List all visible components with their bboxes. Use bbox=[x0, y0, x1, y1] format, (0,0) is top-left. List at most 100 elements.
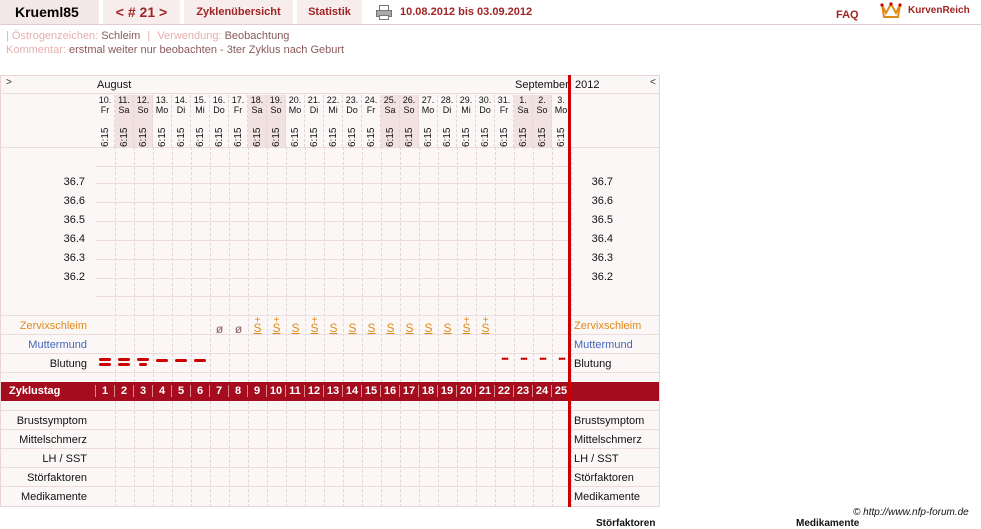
grid-vertical bbox=[362, 401, 363, 507]
weekday: So bbox=[536, 105, 548, 115]
bleeding-mark bbox=[156, 359, 168, 362]
month-header: > August September 2012 < bbox=[2, 76, 660, 94]
measure-time: 6:15 bbox=[328, 127, 339, 147]
weekday: Mo bbox=[155, 105, 169, 115]
row-divider bbox=[1, 467, 659, 468]
grid-vertical bbox=[381, 401, 382, 507]
cervix-symbol: S bbox=[310, 321, 319, 335]
comment-line: Kommentar: erstmal weiter nur beobachten… bbox=[6, 44, 344, 56]
measure-time: 6:15 bbox=[480, 127, 491, 147]
cervix-mark: + S bbox=[305, 316, 324, 335]
cycle-day-number: 11 bbox=[285, 385, 304, 397]
measure-time: 6:15 bbox=[518, 127, 529, 147]
temp-tick-right: 36.5 bbox=[591, 214, 613, 226]
temp-tick-right: 36.2 bbox=[591, 271, 613, 283]
chart-nav-right[interactable]: < bbox=[650, 77, 656, 88]
bleeding-mark bbox=[118, 363, 130, 366]
measure-time: 6:15 bbox=[404, 127, 415, 147]
day-number: 20. bbox=[288, 95, 302, 105]
cycle-day-number: 24 bbox=[532, 385, 551, 397]
cycle-info-line: | Östrogenzeichen: Schleim | Verwendung:… bbox=[6, 30, 290, 42]
cervix-mark: S bbox=[324, 321, 343, 335]
bleeding-mark bbox=[194, 359, 206, 362]
grid-horizontal bbox=[96, 278, 568, 279]
day-number: 19. bbox=[269, 95, 283, 105]
cycle-day-number: 2 bbox=[114, 385, 133, 397]
faq-link[interactable]: FAQ bbox=[836, 9, 859, 21]
grid-vertical bbox=[495, 401, 496, 507]
temp-tick-left: 36.2 bbox=[63, 271, 85, 283]
day-number: 21. bbox=[307, 95, 321, 105]
cervix-mark: S bbox=[419, 322, 438, 334]
previous-cycle-button[interactable]: < bbox=[116, 4, 124, 20]
next-cycle-button[interactable]: > bbox=[159, 4, 167, 20]
measure-time: 6:15 bbox=[157, 127, 168, 147]
measure-time: 6:15 bbox=[385, 127, 396, 147]
month-start: August bbox=[97, 79, 132, 91]
measure-time: 6:15 bbox=[100, 127, 111, 147]
meds-label-left: Medikamente bbox=[20, 491, 87, 503]
weekday: Sa bbox=[118, 105, 130, 115]
cervix-symbol: S bbox=[405, 321, 414, 335]
temp-tick-right: 36.6 bbox=[591, 195, 613, 207]
grid-horizontal bbox=[96, 240, 568, 241]
day-number: 15. bbox=[193, 95, 207, 105]
crown-icon[interactable] bbox=[880, 1, 902, 19]
weekday: Fr bbox=[233, 105, 243, 115]
bleeding-label-right: Blutung bbox=[574, 358, 612, 370]
cycle-day-number: 4 bbox=[152, 385, 171, 397]
grid-vertical bbox=[286, 401, 287, 507]
measure-time: 6:15 bbox=[556, 127, 567, 147]
grid-horizontal bbox=[96, 166, 568, 167]
bleeding-mark bbox=[137, 358, 149, 361]
username-tab[interactable]: Krueml85 bbox=[0, 0, 100, 24]
measure-time: 6:15 bbox=[119, 127, 130, 147]
cycle-day-number: 3 bbox=[133, 385, 152, 397]
cut-off-label-meds: Medikamente bbox=[796, 518, 860, 529]
mouth-label-left: Muttermund bbox=[28, 339, 87, 351]
cycle-day-number: 14 bbox=[342, 385, 361, 397]
bleeding-mark bbox=[99, 363, 111, 366]
grid-vertical bbox=[552, 401, 553, 507]
weekday: Sa bbox=[251, 105, 263, 115]
cervix-mark: S bbox=[343, 322, 362, 334]
midpain-label-right: Mittelschmerz bbox=[574, 434, 642, 446]
day-number: 29. bbox=[459, 95, 473, 105]
day-number: 24. bbox=[364, 95, 378, 105]
temp-tick-left: 36.4 bbox=[63, 233, 85, 245]
month-end: September bbox=[515, 79, 569, 91]
day-number: 14. bbox=[174, 95, 188, 105]
day-number: 10. bbox=[98, 95, 112, 105]
weekday: Di bbox=[442, 105, 452, 115]
cervix-symbol: S bbox=[253, 321, 262, 335]
cervix-symbol: S bbox=[329, 321, 338, 335]
cycle-day-number: 13 bbox=[323, 385, 342, 397]
chart-nav-left[interactable]: > bbox=[6, 77, 12, 88]
lh-label-right: LH / SST bbox=[574, 453, 619, 465]
weekday: Mo bbox=[288, 105, 302, 115]
tab-statistics[interactable]: Statistik bbox=[297, 0, 363, 24]
grid-vertical bbox=[115, 401, 116, 507]
cycle-day-number: 20 bbox=[456, 385, 475, 397]
cycle-day-number: 18 bbox=[418, 385, 437, 397]
comment-value: erstmal weiter nur beobachten - 3ter Zyk… bbox=[68, 44, 345, 56]
weekday: Do bbox=[479, 105, 491, 115]
grid-vertical bbox=[191, 401, 192, 507]
cervix-symbol: S bbox=[443, 321, 452, 335]
bleeding-mark bbox=[118, 358, 130, 361]
measure-time: 6:15 bbox=[252, 127, 263, 147]
measure-time: 6:15 bbox=[309, 127, 320, 147]
spotting-mark: ••• bbox=[501, 354, 508, 364]
weekday: Fr bbox=[366, 105, 376, 115]
top-navigation: Krueml85 < # 21 > Zyklenübersicht Statis… bbox=[0, 0, 981, 25]
printer-icon[interactable] bbox=[376, 5, 392, 20]
grid-vertical bbox=[514, 401, 515, 507]
tab-cycle-overview[interactable]: Zyklenübersicht bbox=[184, 0, 294, 24]
logo-text[interactable]: KurvenReich bbox=[908, 5, 970, 16]
weekday: So bbox=[137, 105, 149, 115]
cervix-mark: + S bbox=[267, 316, 286, 335]
measure-time: 6:15 bbox=[214, 127, 225, 147]
day-number: 12. bbox=[136, 95, 150, 105]
cycle-chart: > August September 2012 < Zervixschleim … bbox=[0, 75, 660, 507]
temp-tick-right: 36.3 bbox=[591, 252, 613, 264]
